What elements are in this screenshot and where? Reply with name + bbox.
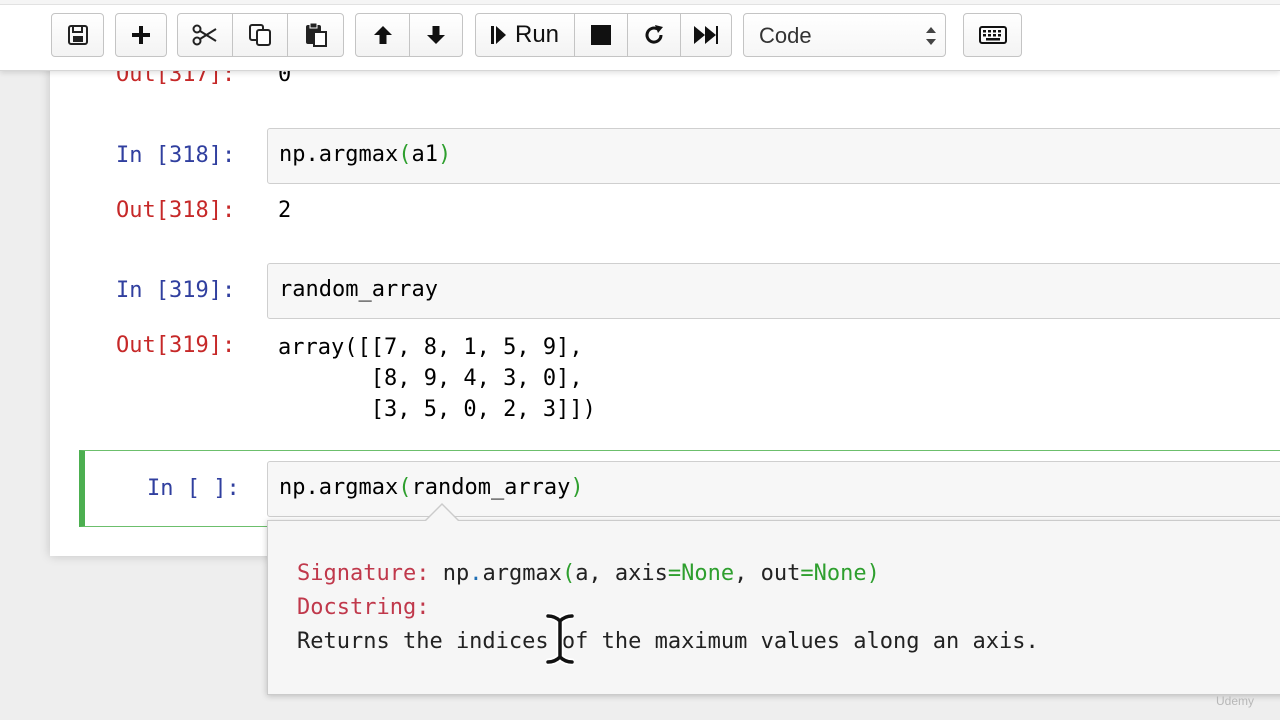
code-input-active[interactable]: np.argmax(random_array) xyxy=(267,461,1280,517)
arrow-up-icon xyxy=(373,26,392,44)
step-forward-icon xyxy=(490,26,506,44)
sig-params: a, axis xyxy=(575,561,668,586)
interrupt-button[interactable] xyxy=(574,13,628,57)
sig-dot: . xyxy=(469,561,483,586)
save-icon xyxy=(67,25,88,45)
paste-icon xyxy=(305,22,327,47)
notebook-toolbar: Run Code xyxy=(0,0,1280,71)
copy-button[interactable] xyxy=(232,13,288,57)
docstring-tooltip: Signature: np.argmax(a, axis=None, out=N… xyxy=(267,520,1280,695)
scissors-icon xyxy=(192,24,217,46)
run-label: Run xyxy=(514,21,560,48)
code-arg: random_array xyxy=(411,475,571,500)
in-prompt-318: In [318]: xyxy=(116,143,236,168)
cell-type-select[interactable]: Code xyxy=(743,13,946,57)
restart-run-all-button[interactable] xyxy=(680,13,732,57)
insert-group xyxy=(115,13,167,57)
keyboard-icon xyxy=(978,26,1007,44)
select-arrows-icon xyxy=(926,27,936,45)
sig-module: np xyxy=(442,561,470,586)
signature-label: Signature: xyxy=(297,561,430,586)
output-line: array([[7, 8, 1, 5, 9], xyxy=(278,335,583,360)
move-up-button[interactable] xyxy=(355,13,410,57)
output-line: [3, 5, 0, 2, 3]]) xyxy=(278,397,596,422)
restart-button[interactable] xyxy=(627,13,681,57)
move-down-button[interactable] xyxy=(409,13,463,57)
cut-button[interactable] xyxy=(177,13,233,57)
sig-default-2: None xyxy=(813,561,867,586)
menubar-edge xyxy=(0,0,1280,5)
edit-group xyxy=(177,13,344,57)
insert-cell-button[interactable] xyxy=(115,13,167,57)
move-group xyxy=(355,13,463,57)
udemy-watermark: Udemy xyxy=(1215,694,1254,708)
output-line: [8, 9, 4, 3, 0], xyxy=(278,366,583,391)
run-group: Run xyxy=(475,13,732,57)
sig-function: argmax xyxy=(482,561,562,586)
arrow-down-icon xyxy=(427,26,445,44)
cell-type-value: Code xyxy=(759,23,812,48)
command-palette-button[interactable] xyxy=(963,13,1022,57)
copy-icon xyxy=(249,24,271,46)
restart-icon xyxy=(645,25,663,44)
fast-forward-icon xyxy=(694,26,718,44)
signature-line: Signature: np.argmax(a, axis=None, out=N… xyxy=(297,561,880,586)
sig-default-1: None xyxy=(681,561,735,586)
code-arg: a1 xyxy=(411,142,438,167)
code-input-319[interactable]: random_array xyxy=(267,263,1280,319)
docstring-text: Returns the indices of the maximum value… xyxy=(297,629,1039,654)
code-text: random_array xyxy=(279,277,438,302)
out-prompt-318: Out[318]: xyxy=(116,198,236,223)
in-prompt-pending: In [ ]: xyxy=(147,476,240,501)
paste-button[interactable] xyxy=(287,13,344,57)
sig-params-2: , out xyxy=(734,561,801,586)
stop-icon xyxy=(591,25,611,45)
code-fn: np.argmax xyxy=(279,142,399,167)
tooltip-pointer-fill xyxy=(426,505,458,521)
text-cursor-icon xyxy=(546,613,574,665)
plus-icon xyxy=(132,26,150,44)
output-318: 2 xyxy=(278,198,292,223)
out-prompt-319: Out[319]: xyxy=(116,333,236,358)
save-button[interactable] xyxy=(51,13,104,57)
run-button[interactable]: Run xyxy=(475,13,575,57)
docstring-label: Docstring: xyxy=(297,595,430,620)
code-fn: np.argmax xyxy=(279,475,399,500)
in-prompt-319: In [319]: xyxy=(116,278,236,303)
keyboard-group xyxy=(963,13,1022,57)
save-group xyxy=(51,13,104,57)
code-input-318[interactable]: np.argmax(a1) xyxy=(267,128,1280,184)
